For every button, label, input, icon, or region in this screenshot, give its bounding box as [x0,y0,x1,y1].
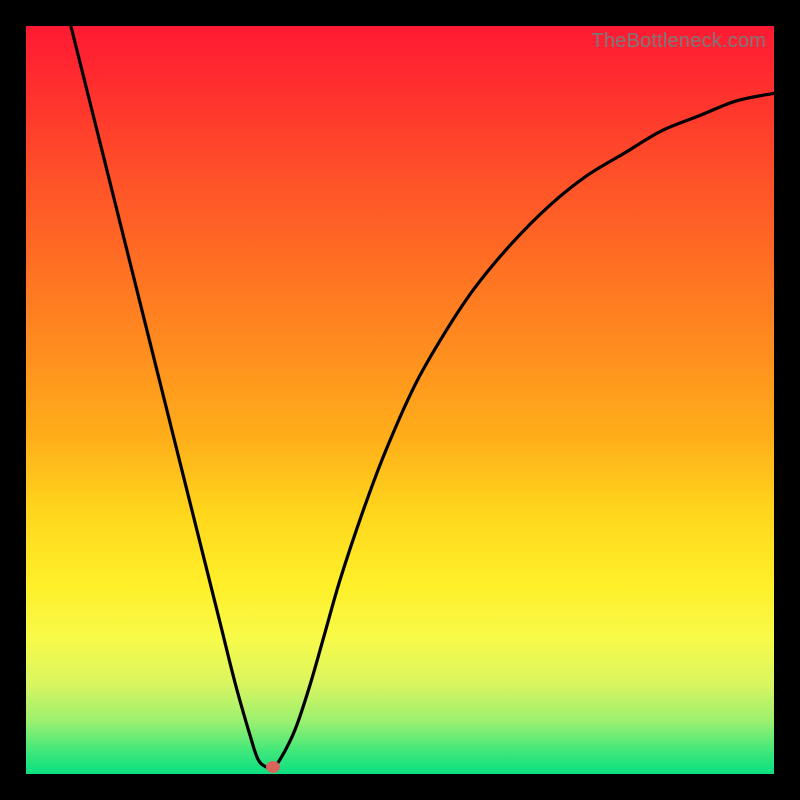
optimum-marker-icon [266,761,280,773]
bottleneck-curve [71,26,774,767]
chart-frame: TheBottleneck.com [0,0,800,800]
curve-layer [26,26,774,774]
plot-area: TheBottleneck.com [26,26,774,774]
